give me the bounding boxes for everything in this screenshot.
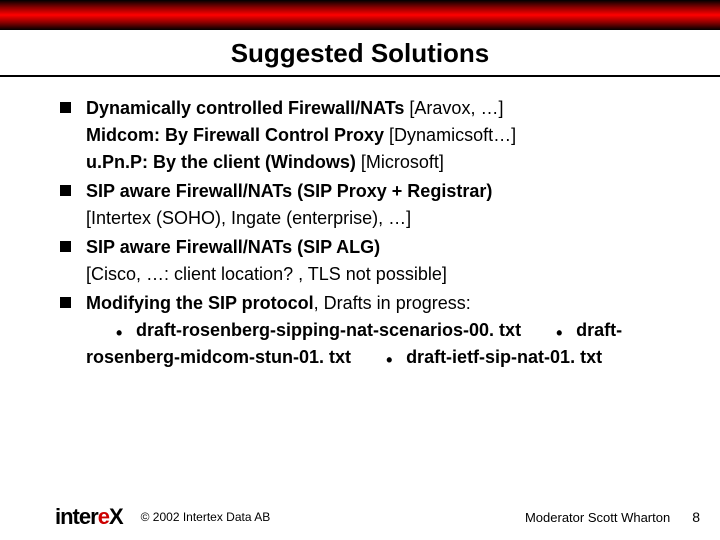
bullet-text: [Aravox, …] xyxy=(404,98,503,118)
top-gradient-band xyxy=(0,0,720,30)
footer: intereX © 2002 Intertex Data AB Moderato… xyxy=(0,504,720,530)
bullet-text: SIP aware Firewall/NATs (SIP Proxy + Reg… xyxy=(86,181,492,201)
content-area: Dynamically controlled Firewall/NATs [Ar… xyxy=(0,77,720,371)
bullet-text: SIP aware Firewall/NATs (SIP ALG) xyxy=(86,237,380,257)
bullet-text: Dynamically controlled Firewall/NATs xyxy=(86,98,404,118)
bullet-2: SIP aware Firewall/NATs (SIP Proxy + Reg… xyxy=(60,178,680,232)
bullet-text: u.Pn.P: By the client (Windows) xyxy=(86,152,356,172)
logo-text: inter xyxy=(55,504,98,529)
logo: intereX xyxy=(55,504,123,530)
logo-text: e xyxy=(98,504,109,529)
moderator: Moderator Scott Wharton xyxy=(525,510,670,525)
sub-bullet: draft-rosenberg-sipping-nat-scenarios-00… xyxy=(86,320,521,340)
bullet-text: [Intertex (SOHO), Ingate (enterprise), …… xyxy=(86,208,411,228)
sub-bullet: draft-ietf-sip-nat-01. txt xyxy=(356,347,602,367)
copyright: © 2002 Intertex Data AB xyxy=(141,510,271,524)
title-area: Suggested Solutions xyxy=(0,30,720,77)
bullet-text: , Drafts in progress: xyxy=(314,293,471,313)
bullet-1: Dynamically controlled Firewall/NATs [Ar… xyxy=(60,95,680,176)
logo-text: X xyxy=(109,504,123,529)
bullet-text: [Dynamicsoft…] xyxy=(384,125,516,145)
bullet-text: [Microsoft] xyxy=(356,152,444,172)
bullet-text: [Cisco, …: client location? , TLS not po… xyxy=(86,264,447,284)
bullet-3: SIP aware Firewall/NATs (SIP ALG) [Cisco… xyxy=(60,234,680,288)
bullet-text: Midcom: By Firewall Control Proxy xyxy=(86,125,384,145)
bullet-4: Modifying the SIP protocol, Drafts in pr… xyxy=(60,290,680,371)
slide-title: Suggested Solutions xyxy=(0,38,720,69)
bullet-text: Modifying the SIP protocol xyxy=(86,293,314,313)
page-number: 8 xyxy=(692,509,700,525)
